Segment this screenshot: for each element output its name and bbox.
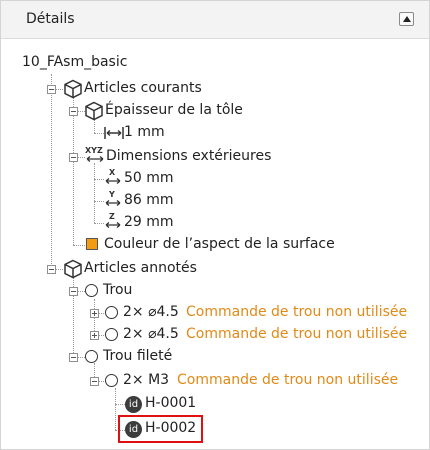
tree-line bbox=[94, 201, 104, 202]
panel-header: Détails bbox=[1, 1, 429, 39]
tree-item-trou-1[interactable]: 2× ⌀4.5 bbox=[123, 304, 179, 320]
collapse-toggle[interactable] bbox=[90, 377, 99, 386]
collapse-toggle[interactable] bbox=[69, 353, 78, 362]
tree-line bbox=[115, 388, 116, 430]
panel-title: Détails bbox=[26, 11, 75, 27]
tree-item-articles-courants[interactable]: Articles courants bbox=[84, 80, 202, 96]
tree-line bbox=[115, 404, 125, 405]
tree-line bbox=[73, 245, 85, 246]
tree-line bbox=[94, 119, 95, 133]
tree-item-trou[interactable]: Trou bbox=[103, 282, 132, 298]
unused-hole-command-label: Commande de trou non utilisée bbox=[186, 304, 408, 320]
tree-item-epaisseur[interactable]: Épaisseur de la tôle bbox=[105, 102, 243, 118]
circle-icon bbox=[85, 350, 98, 363]
circle-icon bbox=[105, 306, 118, 319]
tree-item-dim-y[interactable]: 86 mm bbox=[124, 192, 174, 208]
xyz-arrow-icon: XYZ bbox=[85, 146, 104, 162]
tree-line bbox=[94, 223, 104, 224]
svg-text:XYZ: XYZ bbox=[85, 146, 103, 155]
tree-root-label[interactable]: 10_FAsm_basic bbox=[22, 54, 127, 70]
selection-highlight bbox=[118, 415, 203, 443]
svg-text:X: X bbox=[109, 168, 116, 177]
expand-toggle[interactable] bbox=[90, 309, 99, 318]
z-dimension-icon: Z bbox=[105, 212, 121, 228]
circle-icon bbox=[105, 328, 118, 341]
tree-line bbox=[94, 163, 95, 223]
cube-icon bbox=[64, 259, 82, 279]
tree-line bbox=[73, 97, 74, 245]
tree-item-couleur[interactable]: Couleur de l’aspect de la surface bbox=[104, 236, 335, 252]
tree-item-dim-z[interactable]: 29 mm bbox=[124, 214, 174, 230]
cube-icon bbox=[64, 79, 82, 99]
y-dimension-icon: Y bbox=[105, 190, 121, 206]
collapse-toggle[interactable] bbox=[69, 107, 78, 116]
tree-item-trou-filete-m3[interactable]: 2× M3 bbox=[123, 372, 169, 388]
collapse-toggle[interactable] bbox=[47, 85, 56, 94]
tree-item-trou-2[interactable]: 2× ⌀4.5 bbox=[123, 326, 179, 342]
cube-icon bbox=[85, 101, 103, 121]
tree-line bbox=[94, 179, 104, 180]
unused-hole-command-label: Commande de trou non utilisée bbox=[186, 326, 408, 342]
tree-item-dim-x[interactable]: 50 mm bbox=[124, 170, 174, 186]
svg-text:Z: Z bbox=[109, 212, 115, 221]
tree-item-epaisseur-value[interactable]: 1 mm bbox=[124, 124, 165, 140]
tree-item-articles-annotes[interactable]: Articles annotés bbox=[84, 260, 197, 276]
details-panel: Détails 10_FAsm_basic Articles courants … bbox=[0, 0, 430, 450]
collapse-toggle[interactable] bbox=[47, 265, 56, 274]
svg-text:Y: Y bbox=[108, 190, 115, 199]
unused-hole-command-label: Commande de trou non utilisée bbox=[177, 372, 399, 388]
circle-icon bbox=[105, 374, 118, 387]
tree-item-dimensions[interactable]: Dimensions extérieures bbox=[106, 148, 271, 164]
collapse-toggle[interactable] bbox=[69, 287, 78, 296]
color-swatch-icon bbox=[86, 238, 98, 250]
collapse-toggle[interactable] bbox=[69, 153, 78, 162]
tree-line bbox=[51, 74, 52, 270]
x-dimension-icon: X bbox=[105, 168, 121, 184]
tree-item-id-h0001[interactable]: H-0001 bbox=[145, 395, 196, 411]
collapse-button[interactable] bbox=[399, 12, 414, 26]
expand-toggle[interactable] bbox=[90, 331, 99, 340]
circle-icon bbox=[85, 284, 98, 297]
thickness-icon bbox=[104, 127, 124, 139]
id-badge-icon: id bbox=[125, 396, 142, 413]
triangle-up-icon bbox=[403, 16, 411, 22]
tree-item-trou-filete[interactable]: Trou fileté bbox=[103, 348, 172, 364]
tree-line bbox=[94, 133, 104, 134]
